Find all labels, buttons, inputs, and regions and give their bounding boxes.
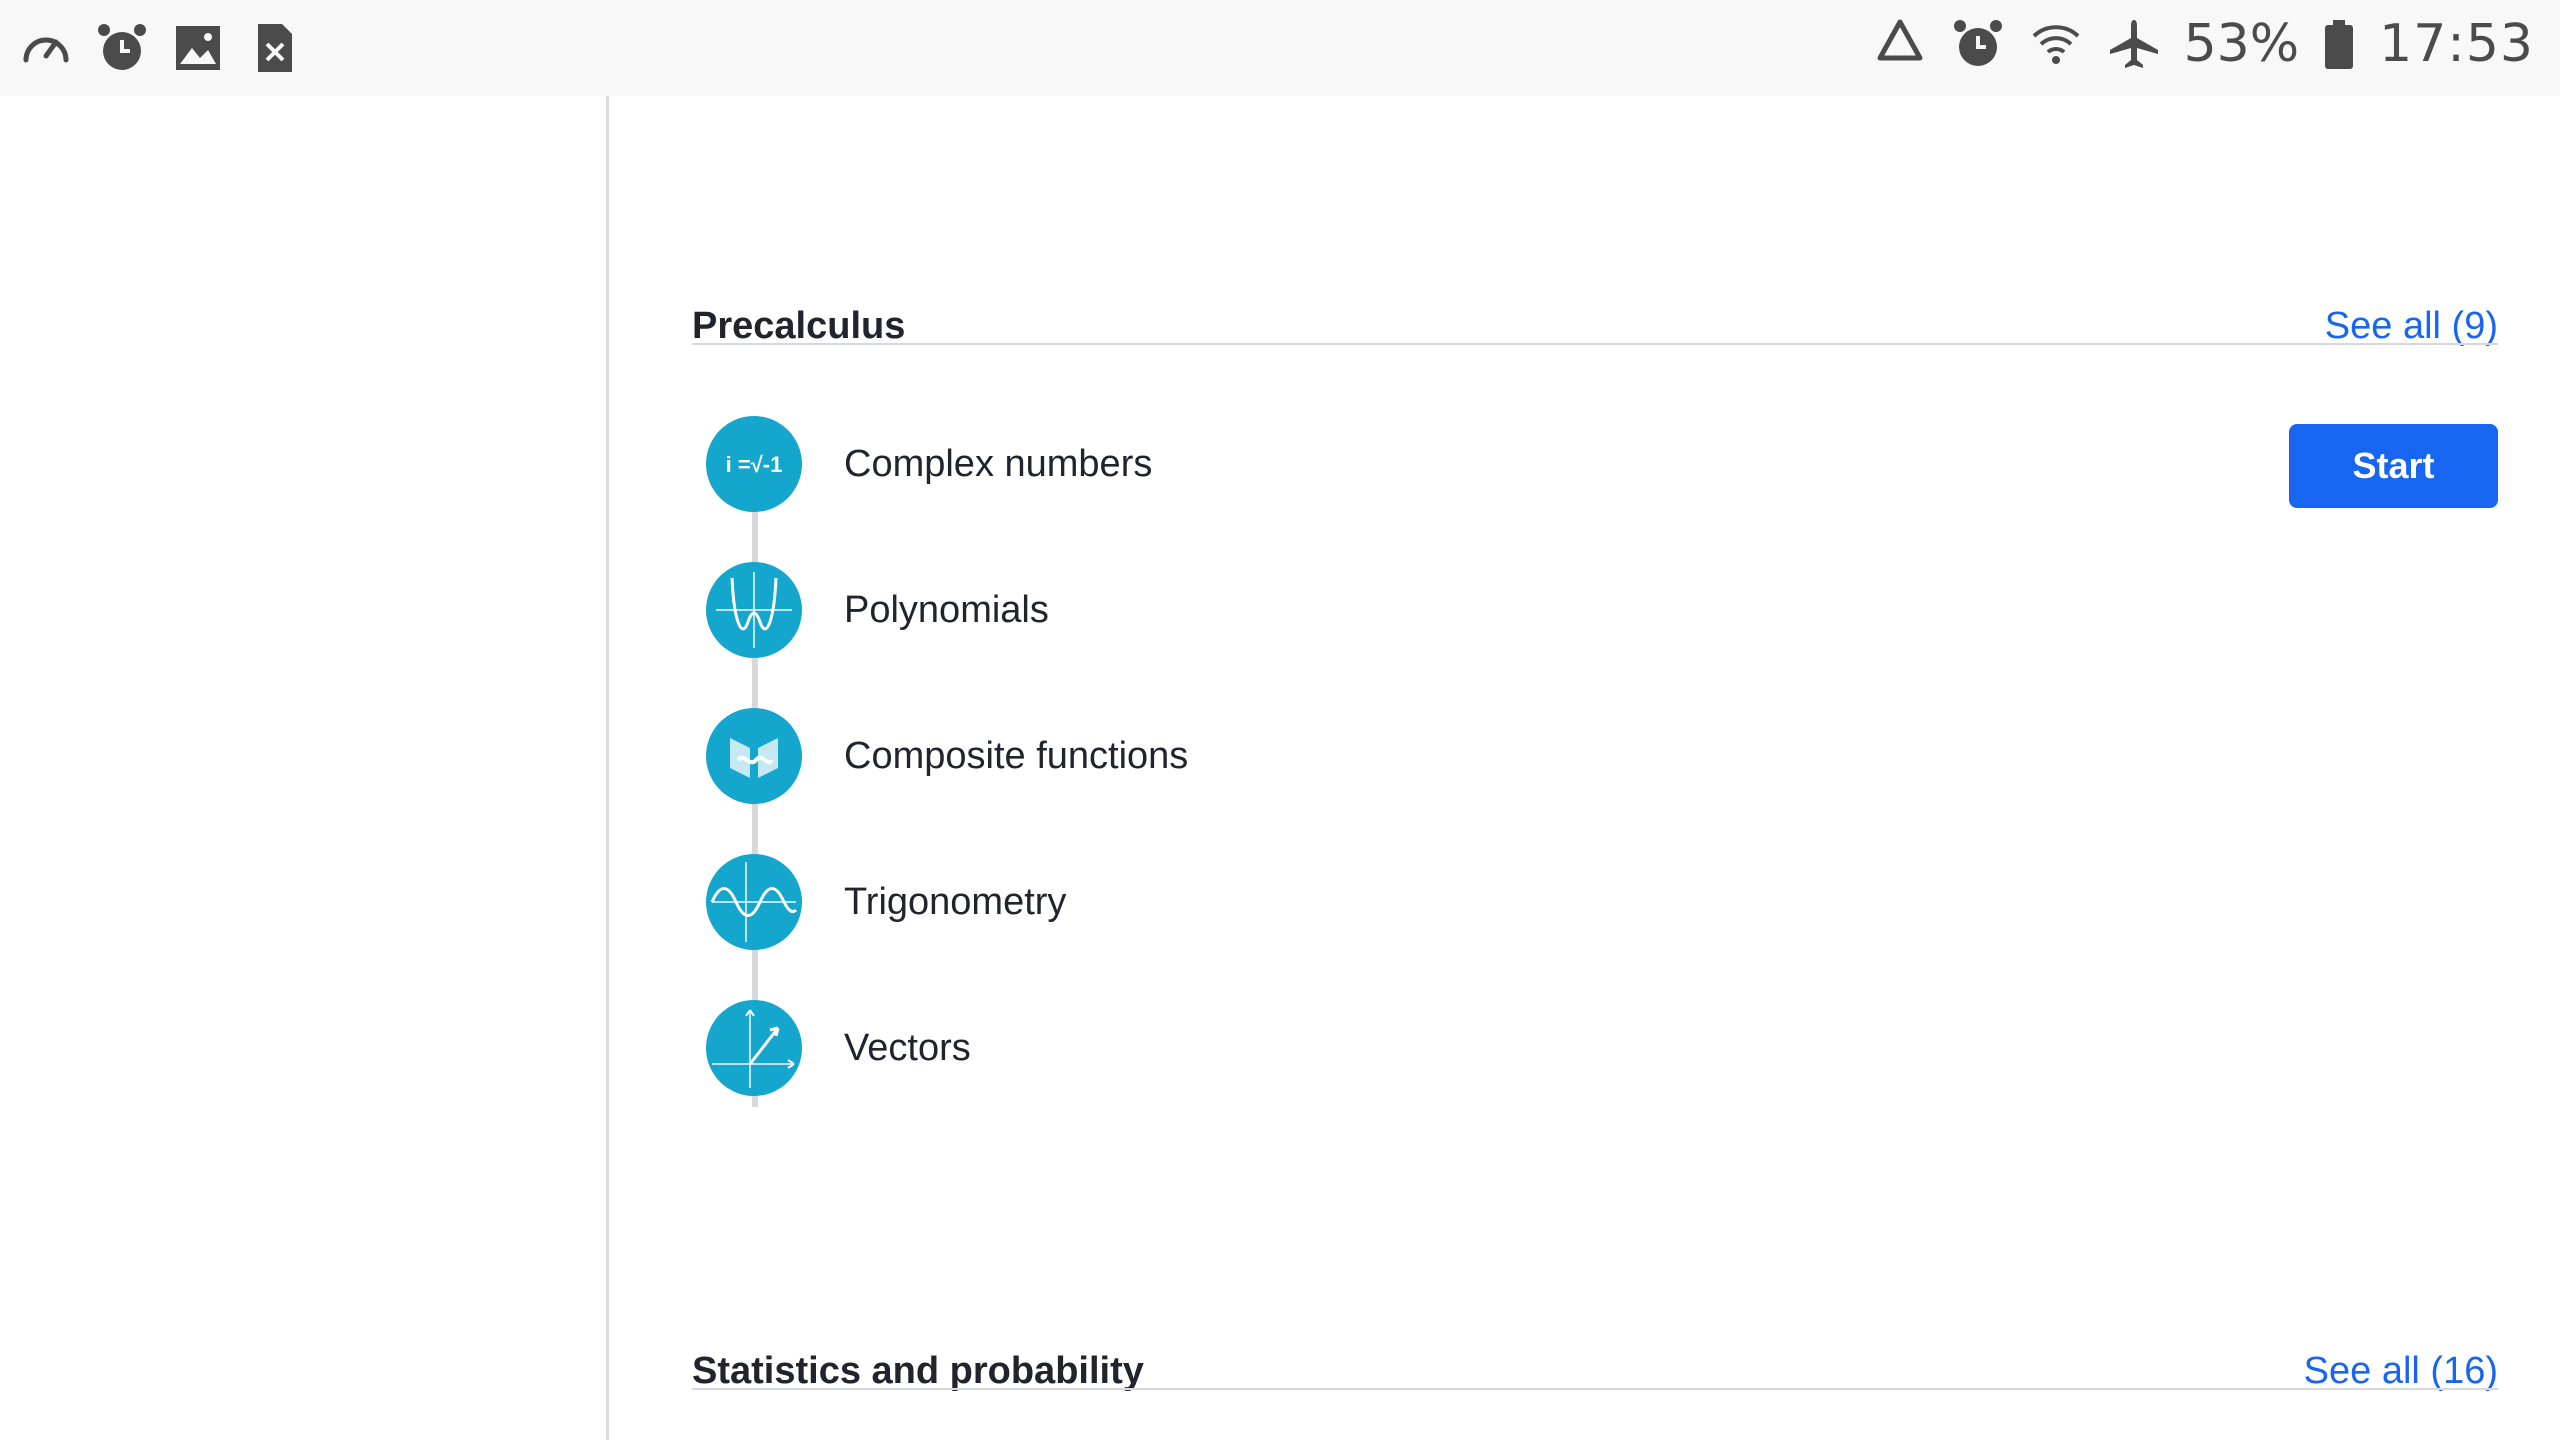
unit-label: Polynomials [844,588,1049,631]
unit-complex-numbers[interactable]: i =√-1 Complex numbers Start [692,414,2498,514]
clock: 17:53 [2379,14,2534,74]
status-bar-left [18,20,302,76]
main-content: Precalculus See all (9) i =√-1 Complex n… [692,96,2498,1440]
unit-trigonometry[interactable]: Trigonometry [692,852,2498,952]
trigonometry-icon [706,854,802,950]
wifi-icon [2032,25,2079,64]
see-all-link[interactable]: See all (9) [2325,305,2498,348]
unit-polynomials[interactable]: Polynomials [692,560,2498,660]
sim-error-icon [258,24,292,72]
alarm-icon [98,24,146,70]
airplane-icon [2109,20,2158,68]
complex-numbers-icon: i =√-1 [706,416,802,512]
section-header-statistics: Statistics and probability See all (16) [692,1323,2498,1419]
unit-composite-functions[interactable]: Composite functions [692,706,2498,806]
image-icon [176,26,220,70]
section-title: Precalculus [692,304,906,347]
app-root: 53% 17:53 Precalculus See all (9) i =√-1 [0,0,2560,1440]
composite-functions-icon [706,708,802,804]
battery-icon [2325,20,2354,69]
section-divider [692,1388,2498,1390]
section-header-precalculus: Precalculus See all (9) [692,278,2498,374]
battery-percent: 53% [2183,14,2300,74]
speedometer-icon [23,37,69,63]
sidebar [0,96,606,1440]
section-divider [692,343,2498,345]
start-button[interactable]: Start [2289,424,2498,508]
unit-label: Composite functions [844,734,1189,777]
see-all-link[interactable]: See all (16) [2304,1350,2498,1393]
section-title: Statistics and probability [692,1349,1144,1392]
alarm-icon [1953,20,2002,66]
polynomials-icon [706,562,802,658]
complex-numbers-icon-text: i =√-1 [726,452,783,477]
status-bar: 53% 17:53 [0,0,2560,96]
vectors-icon [706,1000,802,1096]
unit-label: Trigonometry [844,880,1067,923]
sidebar-divider [606,96,609,1440]
unit-vectors[interactable]: Vectors [692,998,2498,1098]
unit-label: Complex numbers [844,442,1153,485]
recycle-icon [1877,19,1923,61]
unit-label: Vectors [844,1026,971,1069]
status-bar-right: 53% 17:53 [1872,14,2534,74]
